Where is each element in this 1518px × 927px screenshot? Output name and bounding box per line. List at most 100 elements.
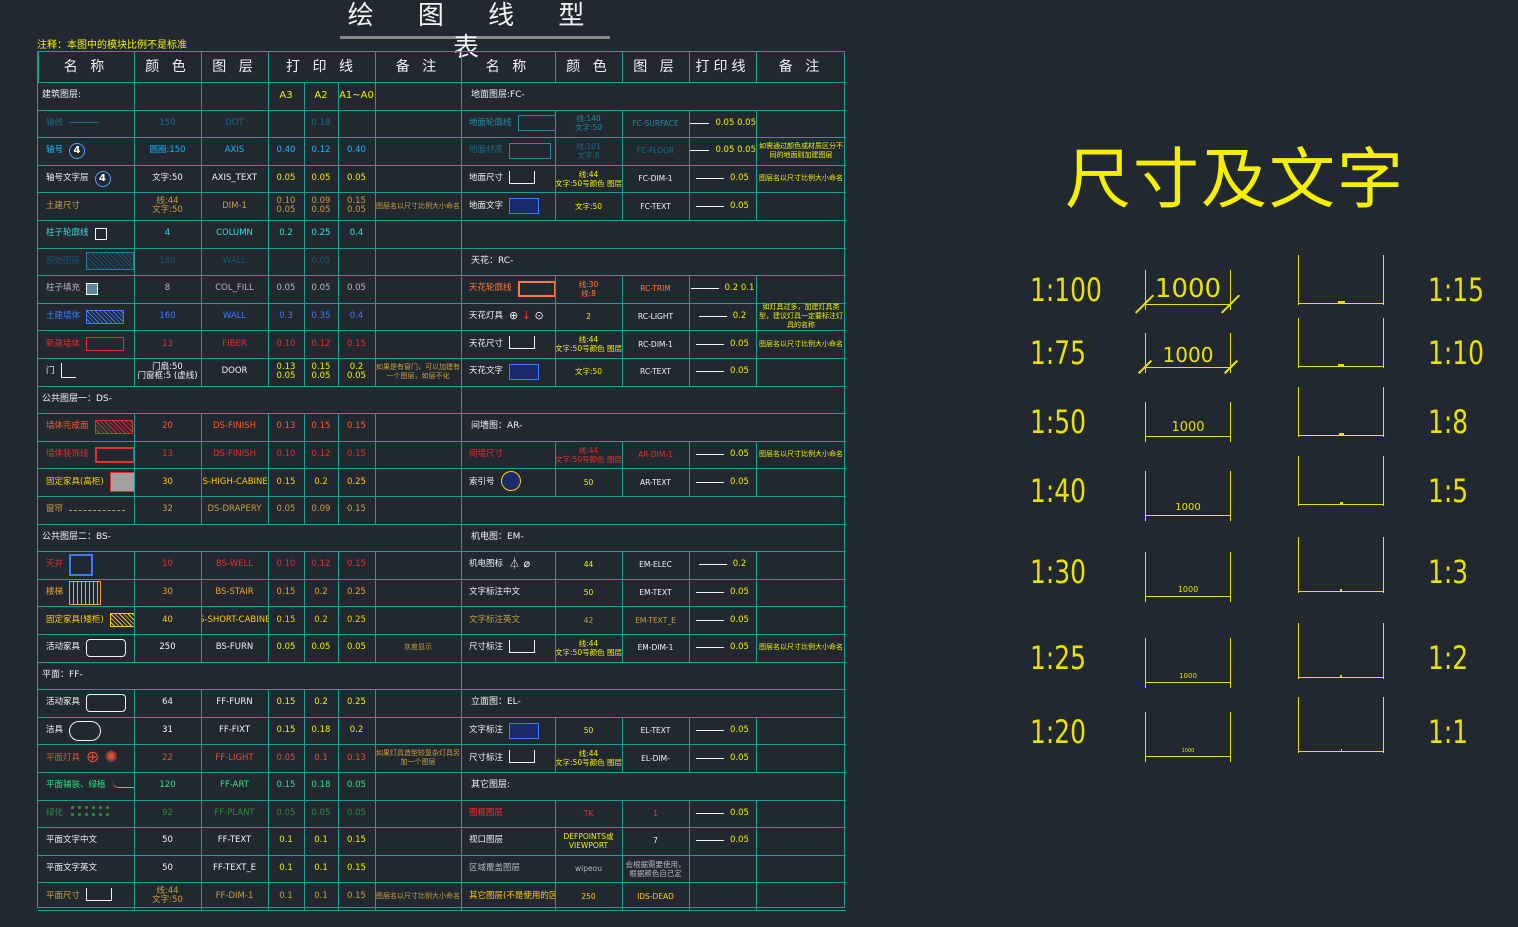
print-width: 0.05 <box>347 642 366 653</box>
layer-name: 土建墙体 <box>38 303 134 331</box>
layer-color: 250 <box>581 891 596 901</box>
extension-line <box>1383 623 1384 679</box>
print-width: 0.12 <box>311 338 331 349</box>
layer-color: 10 <box>162 559 173 570</box>
grid-line <box>338 827 339 855</box>
layer-code: FC-SURFACE <box>632 118 679 128</box>
layer-color: 线:30 线:8 <box>555 275 622 303</box>
grid-line <box>201 137 202 165</box>
dimension-sample <box>1298 623 1384 679</box>
grid-line <box>375 551 376 579</box>
cell-text-line: 文字:50 <box>152 895 183 906</box>
grid-line <box>201 827 202 855</box>
grid-line <box>268 413 269 441</box>
grid-line <box>268 330 269 358</box>
grid-line <box>461 275 462 303</box>
print-width: 0.2 <box>279 228 293 239</box>
grid-line <box>268 109 269 138</box>
grid-line <box>756 440 757 469</box>
scale-label: 1:8 <box>1428 403 1469 441</box>
grid-line <box>338 109 339 138</box>
layer-name: 门 <box>38 358 134 386</box>
print-width: 0.10 <box>276 338 296 349</box>
grid-line <box>201 413 202 441</box>
extension-line <box>1383 255 1384 305</box>
grid-line <box>201 109 202 138</box>
dimension-line <box>1298 677 1384 678</box>
print-width: 0.4 <box>349 311 364 322</box>
print-line-sample <box>696 812 725 814</box>
layer-code: DIM-1 <box>222 200 247 211</box>
layer-name: 楼梯 <box>38 579 134 607</box>
layer-color: 文字:50 <box>574 367 603 377</box>
door-icon <box>60 362 76 381</box>
grid-line <box>304 413 305 441</box>
remark: 如果灯具造型较复杂灯具另加一个图层 <box>376 749 460 767</box>
grid-line <box>268 192 269 220</box>
wall-hatch-icon <box>86 309 125 324</box>
scale-label: 1:20 <box>1030 713 1087 751</box>
grid-line <box>201 854 202 883</box>
remark <box>375 800 461 828</box>
layer-name-text: 轴号 <box>46 145 64 156</box>
layer-name-text: 原始图层 <box>46 255 81 266</box>
grid-line <box>304 854 305 883</box>
layer-color: 42 <box>583 615 594 625</box>
grid-line <box>756 799 757 828</box>
grid-line <box>268 744 269 772</box>
print-width: 0.18 <box>311 725 331 736</box>
grid-line <box>756 192 757 220</box>
layer-color: 40 <box>162 614 173 625</box>
layer-name-text: 地面材质 <box>469 145 504 156</box>
grid-line <box>756 551 757 579</box>
grid-line <box>756 882 757 910</box>
grid-line <box>338 358 339 386</box>
extension-line <box>1298 456 1299 506</box>
grid-line <box>134 689 135 717</box>
dimension-line <box>1298 591 1384 592</box>
print-width: 0.05 <box>689 579 756 607</box>
grid-line <box>375 413 376 441</box>
layer-code: FF-LIGHT <box>215 752 254 763</box>
grid-line <box>461 413 462 441</box>
grid-line <box>375 634 376 662</box>
scale-label: 1:1 <box>1428 713 1469 751</box>
layer-name: 柱子填充 <box>38 275 134 303</box>
layer-code: FC-DIM-1 <box>638 174 673 184</box>
dimension-heading: 尺寸及文字 <box>1065 141 1405 218</box>
grid-line <box>622 358 623 386</box>
grid-line <box>461 82 462 110</box>
grid-line <box>375 220 376 248</box>
print-width: 0.05 <box>689 165 756 193</box>
grid-line <box>375 275 376 303</box>
cell-text-line: 0.05 <box>276 370 296 381</box>
grid-line <box>134 220 135 248</box>
grid-line <box>756 137 757 165</box>
dimension-value: 1000 <box>1175 502 1201 513</box>
layer-code: AXIS_TEXT <box>211 173 258 184</box>
layer-name-text: 地面轮廓线 <box>469 117 512 128</box>
layer-code: BS-WELL <box>215 559 254 570</box>
note-text: 注释：本图中的模块比例不是标准 <box>37 40 187 51</box>
grid-line <box>461 52 462 82</box>
print-width: 0.15 <box>347 835 366 846</box>
layer-code: FC-TEXT <box>640 201 671 211</box>
print-width: 0.05 <box>347 173 366 184</box>
extension-line <box>1145 552 1146 602</box>
grid-line <box>268 468 269 496</box>
grid-line <box>304 247 305 276</box>
grid-line <box>338 275 339 303</box>
grid-line <box>622 164 623 193</box>
grid-line <box>375 137 376 165</box>
grid-line <box>134 827 135 855</box>
layer-name: 区域覆盖图层 <box>461 855 555 883</box>
layer-name-text: 土建尺寸 <box>46 200 81 211</box>
remark <box>375 468 461 496</box>
grid-line <box>134 330 135 358</box>
section-label: 机电图：EM- <box>471 531 524 542</box>
grid-line <box>338 330 339 358</box>
layer-color: 32 <box>162 504 173 515</box>
dimension-sample: 1000 <box>1145 712 1231 762</box>
dimension-line <box>1298 435 1384 436</box>
layer-name: 图框图层 <box>461 800 555 828</box>
